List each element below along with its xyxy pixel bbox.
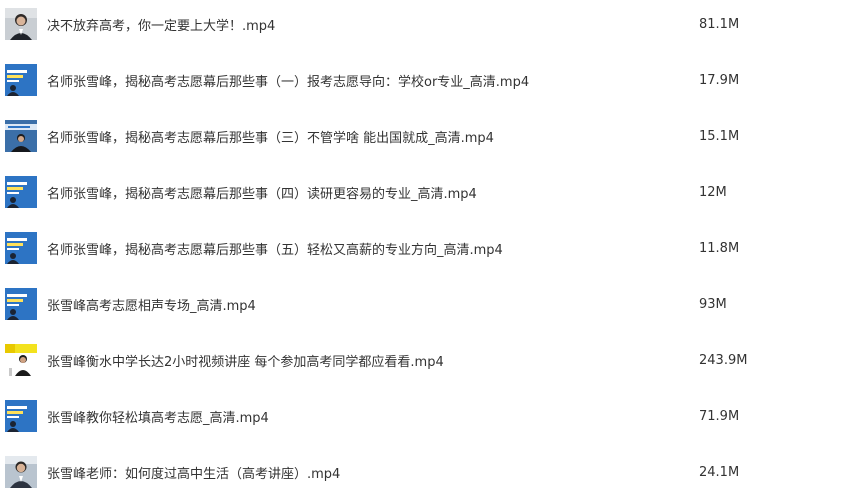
file-size: 71.9M bbox=[699, 408, 740, 424]
file-name[interactable]: 名师张雪峰，揭秘高考志愿幕后那些事（五）轻松又高薪的专业方向_高清.mp4 bbox=[47, 220, 503, 276]
video-thumbnail-blue-title-icon bbox=[5, 64, 37, 96]
video-thumbnail-yellow-stage-icon bbox=[5, 344, 37, 376]
file-list: 决不放弃高考，你一定要上大学！.mp4 81.1M 名师张雪峰，揭秘高考志愿幕后… bbox=[0, 0, 852, 488]
file-name[interactable]: 张雪峰衡水中学长达2小时视频讲座 每个参加高考同学都应看看.mp4 bbox=[47, 332, 444, 388]
file-row[interactable]: 张雪峰老师：如何度过高中生活（高考讲座）.mp4 24.1M bbox=[0, 444, 852, 500]
file-row[interactable]: 张雪峰高考志愿相声专场_高清.mp4 93M bbox=[0, 276, 852, 332]
video-thumbnail-portrait-icon bbox=[5, 456, 37, 488]
file-row[interactable]: 张雪峰衡水中学长达2小时视频讲座 每个参加高考同学都应看看.mp4 243.9M bbox=[0, 332, 852, 388]
video-thumbnail-blue-title-icon bbox=[5, 232, 37, 264]
file-size: 81.1M bbox=[699, 16, 740, 32]
file-size: 243.9M bbox=[699, 352, 748, 368]
file-size: 24.1M bbox=[699, 464, 740, 480]
video-thumbnail-blue-title-icon bbox=[5, 288, 37, 320]
file-name[interactable]: 名师张雪峰，揭秘高考志愿幕后那些事（三）不管学啥 能出国就成_高清.mp4 bbox=[47, 108, 494, 164]
file-name[interactable]: 张雪峰教你轻松填高考志愿_高清.mp4 bbox=[47, 388, 269, 444]
file-size: 93M bbox=[699, 296, 727, 312]
video-thumbnail-blue-speaker-icon bbox=[5, 120, 37, 152]
file-row[interactable]: 名师张雪峰，揭秘高考志愿幕后那些事（三）不管学啥 能出国就成_高清.mp4 15… bbox=[0, 108, 852, 164]
file-name[interactable]: 名师张雪峰，揭秘高考志愿幕后那些事（四）读研更容易的专业_高清.mp4 bbox=[47, 164, 477, 220]
file-name[interactable]: 决不放弃高考，你一定要上大学！.mp4 bbox=[47, 0, 275, 52]
file-row[interactable]: 名师张雪峰，揭秘高考志愿幕后那些事（一）报考志愿导向：学校or专业_高清.mp4… bbox=[0, 52, 852, 108]
file-name[interactable]: 张雪峰高考志愿相声专场_高清.mp4 bbox=[47, 276, 256, 332]
file-size: 17.9M bbox=[699, 72, 740, 88]
file-row[interactable]: 张雪峰教你轻松填高考志愿_高清.mp4 71.9M bbox=[0, 388, 852, 444]
video-thumbnail-blue-title-icon bbox=[5, 176, 37, 208]
file-row[interactable]: 名师张雪峰，揭秘高考志愿幕后那些事（四）读研更容易的专业_高清.mp4 12M bbox=[0, 164, 852, 220]
file-size: 12M bbox=[699, 184, 727, 200]
file-size: 11.8M bbox=[699, 240, 740, 256]
file-name[interactable]: 张雪峰老师：如何度过高中生活（高考讲座）.mp4 bbox=[47, 444, 340, 500]
file-row[interactable]: 决不放弃高考，你一定要上大学！.mp4 81.1M bbox=[0, 0, 852, 52]
video-thumbnail-portrait-icon bbox=[5, 8, 37, 40]
file-name[interactable]: 名师张雪峰，揭秘高考志愿幕后那些事（一）报考志愿导向：学校or专业_高清.mp4 bbox=[47, 52, 529, 108]
video-thumbnail-blue-title-icon bbox=[5, 400, 37, 432]
file-row[interactable]: 名师张雪峰，揭秘高考志愿幕后那些事（五）轻松又高薪的专业方向_高清.mp4 11… bbox=[0, 220, 852, 276]
file-size: 15.1M bbox=[699, 128, 740, 144]
